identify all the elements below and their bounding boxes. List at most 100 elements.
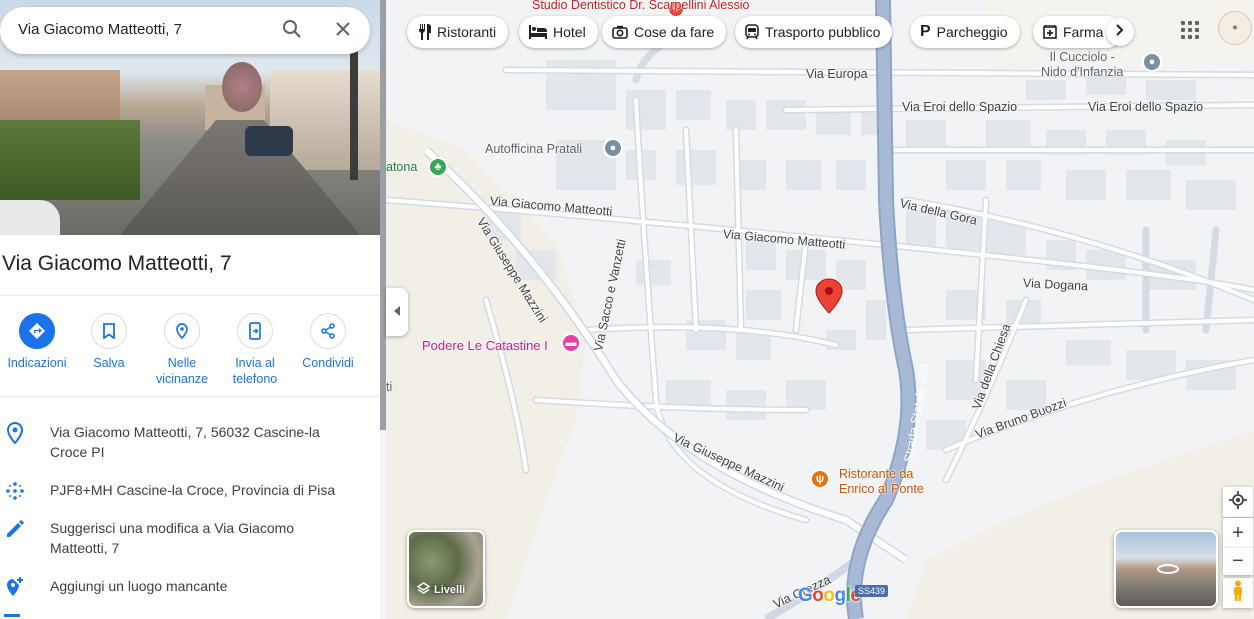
chip-trasporto-pubblico[interactable]: Trasporto pubblico <box>735 16 893 48</box>
layers-icon <box>416 582 431 598</box>
my-location-button[interactable] <box>1223 487 1253 517</box>
restaurant-pin-icon[interactable]: ψ <box>810 469 830 489</box>
save-button[interactable]: Salva <box>72 313 146 371</box>
add-place-text: Aggiungi un luogo mancante <box>50 578 228 594</box>
partial-label: ti <box>386 380 393 394</box>
layers-text: Livelli <box>434 584 466 596</box>
chevron-right-icon <box>1115 23 1125 41</box>
autofficina-label[interactable]: Autofficina Pratali <box>485 142 582 156</box>
pharmacy-icon <box>1043 25 1057 39</box>
hotel-pin-icon[interactable]: ▬ <box>561 333 581 353</box>
pegman-button[interactable] <box>1223 578 1253 608</box>
chips-scroll-right-button[interactable] <box>1106 18 1134 46</box>
plus-code-icon <box>4 480 26 502</box>
logo-letter: g <box>834 585 847 606</box>
chip-cose-da-fare[interactable]: Cose da fare <box>602 16 727 48</box>
layers-button[interactable]: Livelli <box>407 530 485 608</box>
directions-icon <box>19 313 55 349</box>
plus-code-row[interactable]: PJF8+MH Cascine-la Croce, Provincia di P… <box>0 480 380 502</box>
ristorante-label[interactable]: Ristorante da Enrico al Ponte <box>839 467 924 497</box>
chip-parcheggio[interactable]: P Parcheggio <box>910 16 1020 48</box>
avatar-logo-icon: ◉ <box>1232 24 1238 31</box>
search-icon <box>282 19 302 44</box>
park-pin-icon[interactable]: ♣ <box>428 157 448 177</box>
minus-icon: − <box>1232 550 1244 572</box>
send-to-phone-icon <box>237 313 273 349</box>
pencil-icon <box>4 518 26 540</box>
add-missing-place-row[interactable]: Aggiungi un luogo mancante <box>0 576 380 598</box>
chip-parcheggio-label: Parcheggio <box>936 24 1008 40</box>
google-logo: Google <box>798 585 861 607</box>
place-panel: Via Giacomo Matteotti, 7 Via Giacomo Mat… <box>0 0 380 619</box>
kindergarten-pin-icon[interactable]: ● <box>1142 52 1162 72</box>
directions-button[interactable]: Indicazioni <box>0 313 74 371</box>
scrollbar-thumb[interactable] <box>380 0 386 430</box>
kindergarten-label-line2: Nido d'Infanzia <box>1041 65 1124 79</box>
street-label-eroi-2: Via Eroi dello Spazio <box>1088 100 1204 114</box>
next-row-icon <box>4 614 20 617</box>
nearby-label: Nelle vicinanze <box>155 356 209 386</box>
nearby-icon <box>164 313 200 349</box>
selected-location-pin-icon[interactable] <box>814 278 844 314</box>
zoom-out-button[interactable]: − <box>1223 548 1253 575</box>
share-button[interactable]: Condividi <box>291 313 365 371</box>
ristorante-label-line2: Enrico al Ponte <box>839 482 924 496</box>
add-place-icon <box>4 576 26 598</box>
map-canvas[interactable]: + Studio Dentistico Dr. Scarpellini Ales… <box>386 0 1254 619</box>
clear-search-button[interactable] <box>330 18 356 44</box>
chip-farmacie-label: Farma <box>1063 24 1104 40</box>
camera-icon <box>612 25 628 39</box>
pegman-icon <box>1232 580 1244 607</box>
kindergarten-label-line1: Il Cucciolo - <box>1049 50 1115 64</box>
ristorante-label-line1: Ristorante da <box>839 467 914 481</box>
search-box[interactable]: Via Giacomo Matteotti, 7 <box>0 7 370 54</box>
street-label-via-europa: Via Europa <box>806 67 868 81</box>
chip-hotel[interactable]: Hotel <box>519 16 598 48</box>
street-view-thumbnail[interactable] <box>1114 530 1218 608</box>
parking-icon: P <box>920 23 931 40</box>
google-maps-app: + Studio Dentistico Dr. Scarpellini Ales… <box>0 0 1254 619</box>
kindergarten-label[interactable]: Il Cucciolo - Nido d'Infanzia <box>1041 50 1123 80</box>
directions-label: Indicazioni <box>7 356 67 370</box>
rotate-360-icon <box>1156 562 1180 581</box>
place-title: Via Giacomo Matteotti, 7 <box>2 252 232 275</box>
chip-cose-label: Cose da fare <box>634 24 715 40</box>
zoom-in-button[interactable]: + <box>1223 518 1253 548</box>
google-apps-button[interactable] <box>1176 16 1202 42</box>
divider <box>0 295 380 296</box>
bookmark-icon <box>91 313 127 349</box>
send-to-phone-label: Invia al telefono <box>232 356 278 386</box>
chip-ristoranti-label: Ristoranti <box>437 24 497 40</box>
podere-label[interactable]: Podere Le Catastine I <box>422 338 548 353</box>
search-input[interactable]: Via Giacomo Matteotti, 7 <box>18 21 182 38</box>
logo-letter: o <box>812 585 824 606</box>
caret-left-icon <box>393 303 401 321</box>
car-repair-pin-icon[interactable]: ● <box>603 138 623 158</box>
my-location-icon <box>1229 490 1247 514</box>
address-text: Via Giacomo Matteotti, 7, 56032 Cascine-… <box>50 424 320 460</box>
plus-icon: + <box>1232 521 1244 544</box>
address-row[interactable]: Via Giacomo Matteotti, 7, 56032 Cascine-… <box>0 422 380 462</box>
road-shield-badge: SS439 <box>855 585 889 597</box>
account-avatar[interactable]: ◉ <box>1218 11 1252 45</box>
logo-letter: G <box>798 585 813 606</box>
divider <box>0 396 380 397</box>
suggest-edit-text: Suggerisci una modifica a Via Giacomo Ma… <box>50 520 295 556</box>
logo-letter: o <box>823 585 835 606</box>
plus-code-text: PJF8+MH Cascine-la Croce, Provincia di P… <box>50 482 336 498</box>
chip-ristoranti[interactable]: Ristoranti <box>407 16 509 48</box>
collapse-panel-button[interactable] <box>386 288 408 336</box>
chip-trasporto-label: Trasporto pubblico <box>765 24 881 40</box>
atona-label[interactable]: atona <box>386 160 417 174</box>
suggest-edit-row[interactable]: Suggerisci una modifica a Via Giacomo Ma… <box>0 518 380 558</box>
chip-hotel-label: Hotel <box>553 24 586 40</box>
hotel-icon <box>529 25 547 39</box>
location-pin-icon <box>4 422 26 444</box>
save-label: Salva <box>93 356 125 370</box>
dentist-label[interactable]: Studio Dentistico Dr. Scarpellini Alessi… <box>532 0 749 12</box>
search-button[interactable] <box>279 18 305 44</box>
nearby-button[interactable]: Nelle vicinanze <box>145 313 219 387</box>
restaurant-icon <box>417 24 431 40</box>
layers-label: Livelli <box>416 582 466 598</box>
send-to-phone-button[interactable]: Invia al telefono <box>218 313 292 387</box>
